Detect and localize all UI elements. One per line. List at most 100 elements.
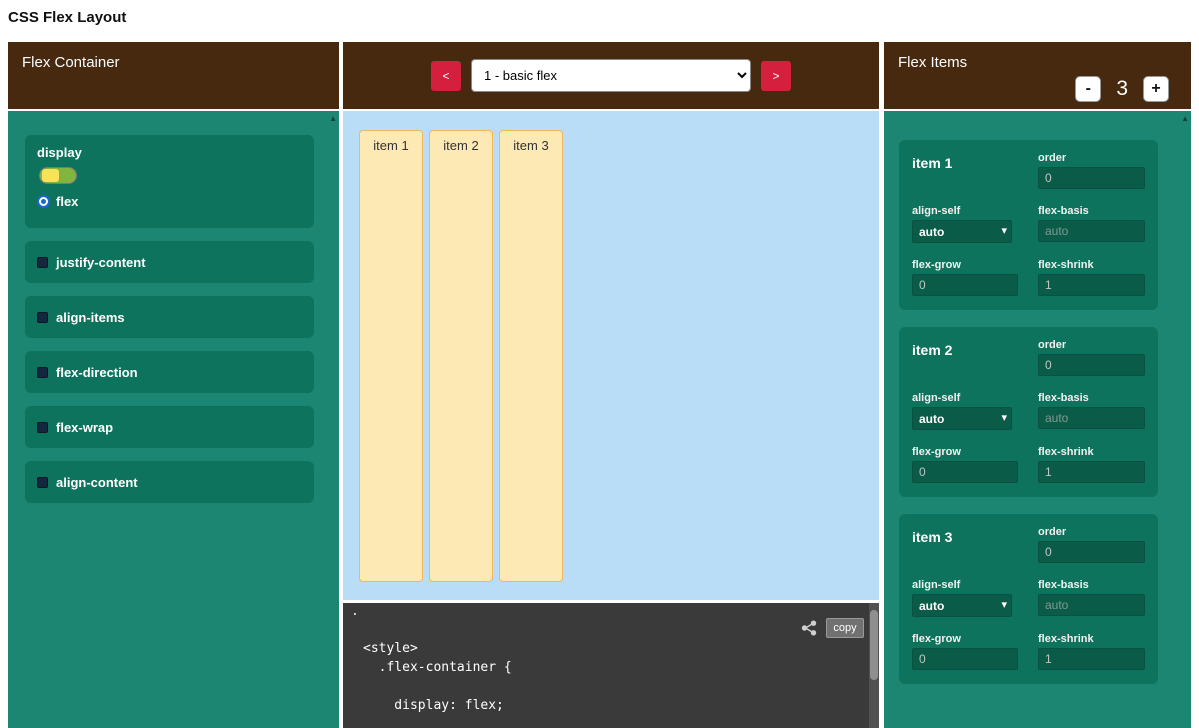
flex-shrink-input[interactable] (1038, 648, 1145, 670)
order-label: order (1038, 526, 1145, 538)
section-label: flex-wrap (56, 420, 113, 435)
order-field: order (1038, 526, 1145, 565)
justify-content-checkbox[interactable] (37, 257, 48, 268)
example-select[interactable]: 1 - basic flex (471, 59, 751, 92)
flex-direction-checkbox[interactable] (37, 367, 48, 378)
flex-shrink-input[interactable] (1038, 461, 1145, 483)
container-panel-body: ▲ display flex justify-content align-ite… (8, 111, 339, 728)
next-example-button[interactable]: > (761, 61, 791, 91)
flex-basis-input[interactable] (1038, 594, 1145, 616)
flex-shrink-field: flex-shrink (1038, 446, 1145, 485)
align-self-label: align-self (912, 205, 1024, 217)
order-field: order (1038, 152, 1145, 191)
code-dot: . (351, 604, 359, 619)
align-self-select[interactable]: auto (912, 220, 1012, 243)
flex-container-preview: item 1 item 2 item 3 (343, 111, 879, 600)
section-label: justify-content (56, 255, 146, 270)
toggle-knob (42, 169, 59, 182)
flex-grow-input[interactable] (912, 648, 1018, 670)
align-self-label: align-self (912, 392, 1024, 404)
order-field: order (1038, 339, 1145, 378)
items-panel-body: ▲ item 1 order align-self auto ▾ flex-ba… (884, 111, 1191, 728)
flex-basis-label: flex-basis (1038, 392, 1145, 404)
flex-shrink-label: flex-shrink (1038, 633, 1145, 645)
preview-header: < 1 - basic flex > (343, 42, 879, 109)
section-label: align-items (56, 310, 125, 325)
flex-item-card: item 3 order align-self auto ▾ flex-basi… (899, 514, 1158, 684)
flex-basis-label: flex-basis (1038, 579, 1145, 591)
flex-grow-label: flex-grow (912, 633, 1024, 645)
flex-item-card: item 1 order align-self auto ▾ flex-basi… (899, 140, 1158, 310)
items-scrollbar-up-icon[interactable]: ▲ (1181, 114, 1189, 123)
remove-item-button[interactable]: - (1075, 76, 1101, 102)
flex-radio-row: flex (37, 194, 302, 209)
align-self-select-wrap: auto ▾ (912, 220, 1012, 243)
flex-radio-label: flex (56, 194, 78, 209)
align-items-checkbox[interactable] (37, 312, 48, 323)
flex-item: item 3 (499, 130, 563, 582)
items-panel-title: Flex Items (898, 54, 967, 71)
flex-grow-input[interactable] (912, 461, 1018, 483)
flex-grow-label: flex-grow (912, 259, 1024, 271)
display-section: display flex (25, 135, 314, 228)
align-self-label: align-self (912, 579, 1024, 591)
section-label: flex-direction (56, 365, 138, 380)
flex-shrink-label: flex-shrink (1038, 259, 1145, 271)
flex-basis-label: flex-basis (1038, 205, 1145, 217)
code-panel: . copy <style> .flex-container { display… (343, 603, 879, 728)
order-input[interactable] (1038, 167, 1145, 189)
container-panel-header: Flex Container (8, 42, 339, 109)
copy-button[interactable]: copy (826, 618, 864, 638)
share-icon[interactable] (801, 620, 817, 636)
code-scrollbar[interactable] (869, 603, 879, 728)
flex-grow-field: flex-grow (912, 633, 1024, 672)
flex-basis-field: flex-basis (1038, 205, 1145, 245)
flex-shrink-field: flex-shrink (1038, 259, 1145, 298)
order-input[interactable] (1038, 354, 1145, 376)
item-card-title: item 3 (912, 526, 1024, 565)
code-scrollbar-thumb[interactable] (870, 610, 878, 680)
align-self-select-wrap: auto ▾ (912, 594, 1012, 617)
container-panel-title: Flex Container (22, 54, 120, 71)
align-self-field: align-self auto ▾ (912, 205, 1024, 245)
align-content-checkbox[interactable] (37, 477, 48, 488)
flex-grow-field: flex-grow (912, 446, 1024, 485)
flex-basis-input[interactable] (1038, 220, 1145, 242)
add-item-button[interactable]: + (1143, 76, 1169, 102)
section-label: align-content (56, 475, 138, 490)
flex-shrink-input[interactable] (1038, 274, 1145, 296)
display-label: display (37, 145, 302, 160)
align-content-section: align-content (25, 461, 314, 503)
align-self-select[interactable]: auto (912, 407, 1012, 430)
flex-item-card: item 2 order align-self auto ▾ flex-basi… (899, 327, 1158, 497)
flex-item: item 1 (359, 130, 423, 582)
flex-basis-input[interactable] (1038, 407, 1145, 429)
order-label: order (1038, 339, 1145, 351)
align-self-field: align-self auto ▾ (912, 392, 1024, 432)
prev-example-button[interactable]: < (431, 61, 461, 91)
container-scrollbar-up-icon[interactable]: ▲ (329, 114, 337, 123)
order-input[interactable] (1038, 541, 1145, 563)
justify-content-section: justify-content (25, 241, 314, 283)
order-label: order (1038, 152, 1145, 164)
flex-wrap-section: flex-wrap (25, 406, 314, 448)
flex-basis-field: flex-basis (1038, 392, 1145, 432)
flex-grow-field: flex-grow (912, 259, 1024, 298)
item-card-title: item 2 (912, 339, 1024, 378)
flex-shrink-field: flex-shrink (1038, 633, 1145, 672)
item-count: 3 (1116, 77, 1128, 101)
items-panel-header: Flex Items - 3 + (884, 42, 1191, 109)
flex-item: item 2 (429, 130, 493, 582)
align-items-section: align-items (25, 296, 314, 338)
flex-wrap-checkbox[interactable] (37, 422, 48, 433)
flex-grow-input[interactable] (912, 274, 1018, 296)
item-count-controls: - 3 + (1075, 76, 1169, 102)
flex-grow-label: flex-grow (912, 446, 1024, 458)
flex-basis-field: flex-basis (1038, 579, 1145, 619)
align-self-select[interactable]: auto (912, 594, 1012, 617)
item-card-title: item 1 (912, 152, 1024, 191)
display-toggle[interactable] (39, 167, 77, 184)
align-self-field: align-self auto ▾ (912, 579, 1024, 619)
flex-radio[interactable] (37, 195, 50, 208)
app: CSS Flex Layout Flex Container ▲ display… (0, 0, 1199, 728)
